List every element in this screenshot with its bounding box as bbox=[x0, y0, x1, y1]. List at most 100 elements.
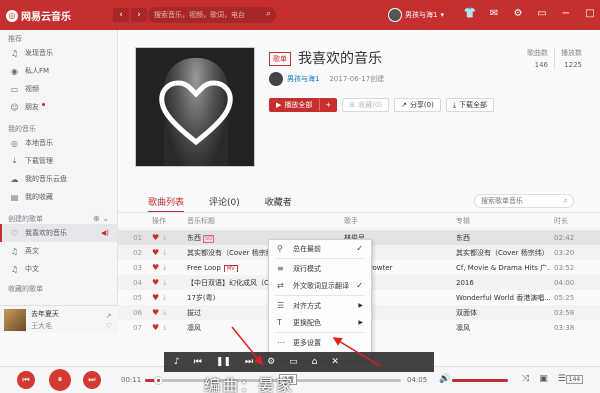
heart-icon[interactable]: ♡ bbox=[106, 322, 112, 330]
download-icon[interactable]: ⤓ bbox=[163, 248, 166, 257]
heart-icon[interactable]: ♥ bbox=[152, 323, 159, 332]
text-size-icon[interactable]: ▭ bbox=[289, 357, 298, 367]
tab-comments[interactable]: 评论(0) bbox=[209, 195, 240, 213]
album-cover bbox=[4, 308, 26, 331]
sidebar-item-fm[interactable]: ◉ 私人FM bbox=[0, 62, 117, 80]
heart-icon[interactable]: ♥ bbox=[152, 248, 159, 257]
share-button[interactable]: ↗ 分享(0) bbox=[394, 98, 441, 112]
sidebar-item-liked[interactable]: ♡ 我喜欢的音乐 ◀) bbox=[0, 224, 117, 242]
download-icon[interactable]: ⤓ bbox=[163, 263, 166, 272]
play-pause-button[interactable]: ⏸ bbox=[49, 369, 71, 391]
mail-icon[interactable]: ✉ bbox=[487, 8, 501, 19]
playlist-badge: 歌单 bbox=[269, 52, 291, 66]
prev-icon[interactable]: ⏮ bbox=[194, 357, 202, 367]
header-title[interactable]: 音乐标题 bbox=[183, 216, 340, 226]
menu-divider bbox=[275, 332, 365, 333]
volume-slider[interactable] bbox=[452, 379, 508, 382]
song-album[interactable]: Cf, Movie & Drama Hits 广... bbox=[452, 263, 550, 273]
pause-icon[interactable]: ❚❚ bbox=[216, 357, 231, 367]
menu-item-double-line[interactable]: ≡ 双行模式 bbox=[269, 260, 371, 277]
sidebar-item-friends[interactable]: ☺ 朋友 bbox=[0, 98, 117, 116]
sidebar-item-english[interactable]: ♫ 英文 bbox=[0, 242, 117, 260]
header-time[interactable]: 时长 bbox=[550, 216, 590, 226]
song-title-text: 其实都没有（Cover 杨宗纬） bbox=[187, 248, 280, 257]
prev-button[interactable]: ⏮ bbox=[17, 371, 35, 389]
download-icon[interactable]: ⤓ bbox=[163, 278, 166, 287]
back-button[interactable]: ‹ bbox=[113, 8, 129, 22]
heart-icon[interactable]: ♥ bbox=[152, 278, 159, 287]
settings-icon[interactable]: ⚙ bbox=[511, 8, 525, 19]
song-album[interactable]: Wonderful World 香港演唱... bbox=[452, 293, 550, 303]
friends-icon: ☺ bbox=[10, 102, 19, 112]
creator-name[interactable]: 男孩与海1 bbox=[287, 74, 319, 84]
avatar[interactable] bbox=[269, 72, 283, 86]
download-icon[interactable]: ⤓ bbox=[163, 293, 166, 302]
creator-info: 男孩与海1 2017-06-17创建 bbox=[269, 72, 384, 86]
settings-icon[interactable]: ⚙ bbox=[267, 357, 275, 367]
download-icon[interactable]: ⤓ bbox=[163, 233, 166, 242]
search-icon[interactable]: ⌕ bbox=[564, 196, 568, 206]
sidebar-item-cloud[interactable]: ☁ 我的音乐云盘 bbox=[0, 170, 117, 188]
menu-item-align[interactable]: ☰ 对齐方式 ▶ bbox=[269, 297, 371, 314]
song-album[interactable]: 2016 bbox=[452, 279, 550, 287]
menu-item-translate[interactable]: ⇄ 外文歌词显示翻译 ✓ bbox=[269, 277, 371, 294]
heart-icon: ♡ bbox=[10, 228, 19, 238]
heart-icon[interactable]: ♥ bbox=[152, 263, 159, 272]
play-all-button[interactable]: ▶ 播放全部 + bbox=[269, 98, 338, 112]
download-all-button[interactable]: ⤓ 下载全部 bbox=[445, 98, 494, 112]
header-artist[interactable]: 歌手 bbox=[340, 216, 452, 226]
sidebar-item-collection[interactable]: ▤ 我的收藏 bbox=[0, 188, 117, 206]
close-icon[interactable]: ✕ bbox=[331, 357, 339, 367]
header-album[interactable]: 专辑 bbox=[452, 216, 550, 226]
next-icon[interactable]: ⏭ bbox=[245, 357, 253, 367]
download-icon[interactable]: ⤓ bbox=[163, 308, 166, 317]
song-album[interactable]: 凛风 bbox=[452, 323, 550, 333]
playlist-search-input[interactable] bbox=[481, 197, 561, 205]
skin-icon[interactable]: 👕 bbox=[463, 8, 477, 19]
sidebar-item-video[interactable]: ▭ 视频 bbox=[0, 80, 117, 98]
song-album[interactable]: 其实都没有（Cover 杨宗纬） bbox=[452, 248, 550, 258]
heart-icon[interactable]: ♥ bbox=[152, 308, 159, 317]
progress-knob[interactable] bbox=[153, 376, 163, 385]
forward-button[interactable]: › bbox=[131, 8, 147, 22]
heart-icon[interactable]: ♥ bbox=[152, 233, 159, 242]
add-to-queue-icon[interactable]: + bbox=[319, 99, 336, 111]
menu-item-color-scheme[interactable]: T 更换配色 ▶ bbox=[269, 314, 371, 331]
song-album[interactable]: 东西 bbox=[452, 233, 550, 243]
user-menu[interactable]: 男孩与海1 ▾ bbox=[388, 8, 444, 22]
add-playlist-icon[interactable]: ⊕ ⌄ bbox=[93, 214, 109, 223]
sidebar-item-discover[interactable]: ♫ 发现音乐 bbox=[0, 44, 117, 62]
playlist-icon[interactable]: ☰ 144 bbox=[558, 374, 584, 384]
volume-icon[interactable]: 🔊 bbox=[439, 374, 450, 384]
logo[interactable]: ◎ 网易云音乐 bbox=[6, 8, 71, 23]
song-album[interactable]: 双面体 bbox=[452, 308, 550, 318]
menu-item-always-on-top[interactable]: ⚲ 总在最前 ✓ bbox=[269, 240, 371, 257]
heart-icon[interactable]: ♥ bbox=[152, 293, 159, 302]
shuffle-icon[interactable]: ⤨ bbox=[522, 374, 529, 384]
music-note-icon[interactable]: ♪ bbox=[174, 357, 180, 367]
lyrics-icon[interactable]: ▣ bbox=[539, 374, 548, 384]
sidebar-item-local[interactable]: ◎ 本地音乐 bbox=[0, 134, 117, 152]
mini-mode-icon[interactable]: ▭ bbox=[535, 8, 549, 19]
song-title-text: 东西 bbox=[187, 233, 201, 242]
next-button[interactable]: ⏭ bbox=[83, 371, 101, 389]
logo-text: 网易云音乐 bbox=[21, 12, 71, 23]
sidebar-item-downloads[interactable]: ⤓ 下载管理 bbox=[0, 152, 117, 170]
tab-songs[interactable]: 歌曲列表 bbox=[148, 195, 185, 213]
maximize-icon[interactable]: □ bbox=[583, 8, 597, 19]
download-icon[interactable]: ⤓ bbox=[163, 323, 166, 332]
desktop-lyrics-toolbar: ♪ ⏮ ❚❚ ⏭ ⚙ ▭ ⌂ ✕ bbox=[164, 352, 434, 372]
collect-button[interactable]: ⊞ 收藏(0) bbox=[342, 98, 390, 112]
search-icon[interactable]: ⌕ bbox=[266, 9, 271, 19]
lock-icon[interactable]: ⌂ bbox=[312, 357, 318, 367]
share-icon[interactable]: ↗ bbox=[106, 312, 112, 320]
list-icon: ♫ bbox=[10, 264, 19, 274]
mv-badge[interactable]: MV bbox=[223, 264, 238, 272]
sidebar-item-chinese[interactable]: ♫ 中文 bbox=[0, 260, 117, 278]
menu-item-label: 双行模式 bbox=[293, 264, 321, 273]
menu-item-more-settings[interactable]: ⋯ 更多设置 bbox=[269, 334, 371, 351]
global-search-input[interactable] bbox=[148, 11, 256, 19]
minimize-icon[interactable]: − bbox=[559, 8, 573, 19]
now-playing[interactable]: 去年夏天 王大毛 ↗ ♡ bbox=[0, 305, 118, 333]
tab-collectors[interactable]: 收藏者 bbox=[265, 195, 292, 213]
